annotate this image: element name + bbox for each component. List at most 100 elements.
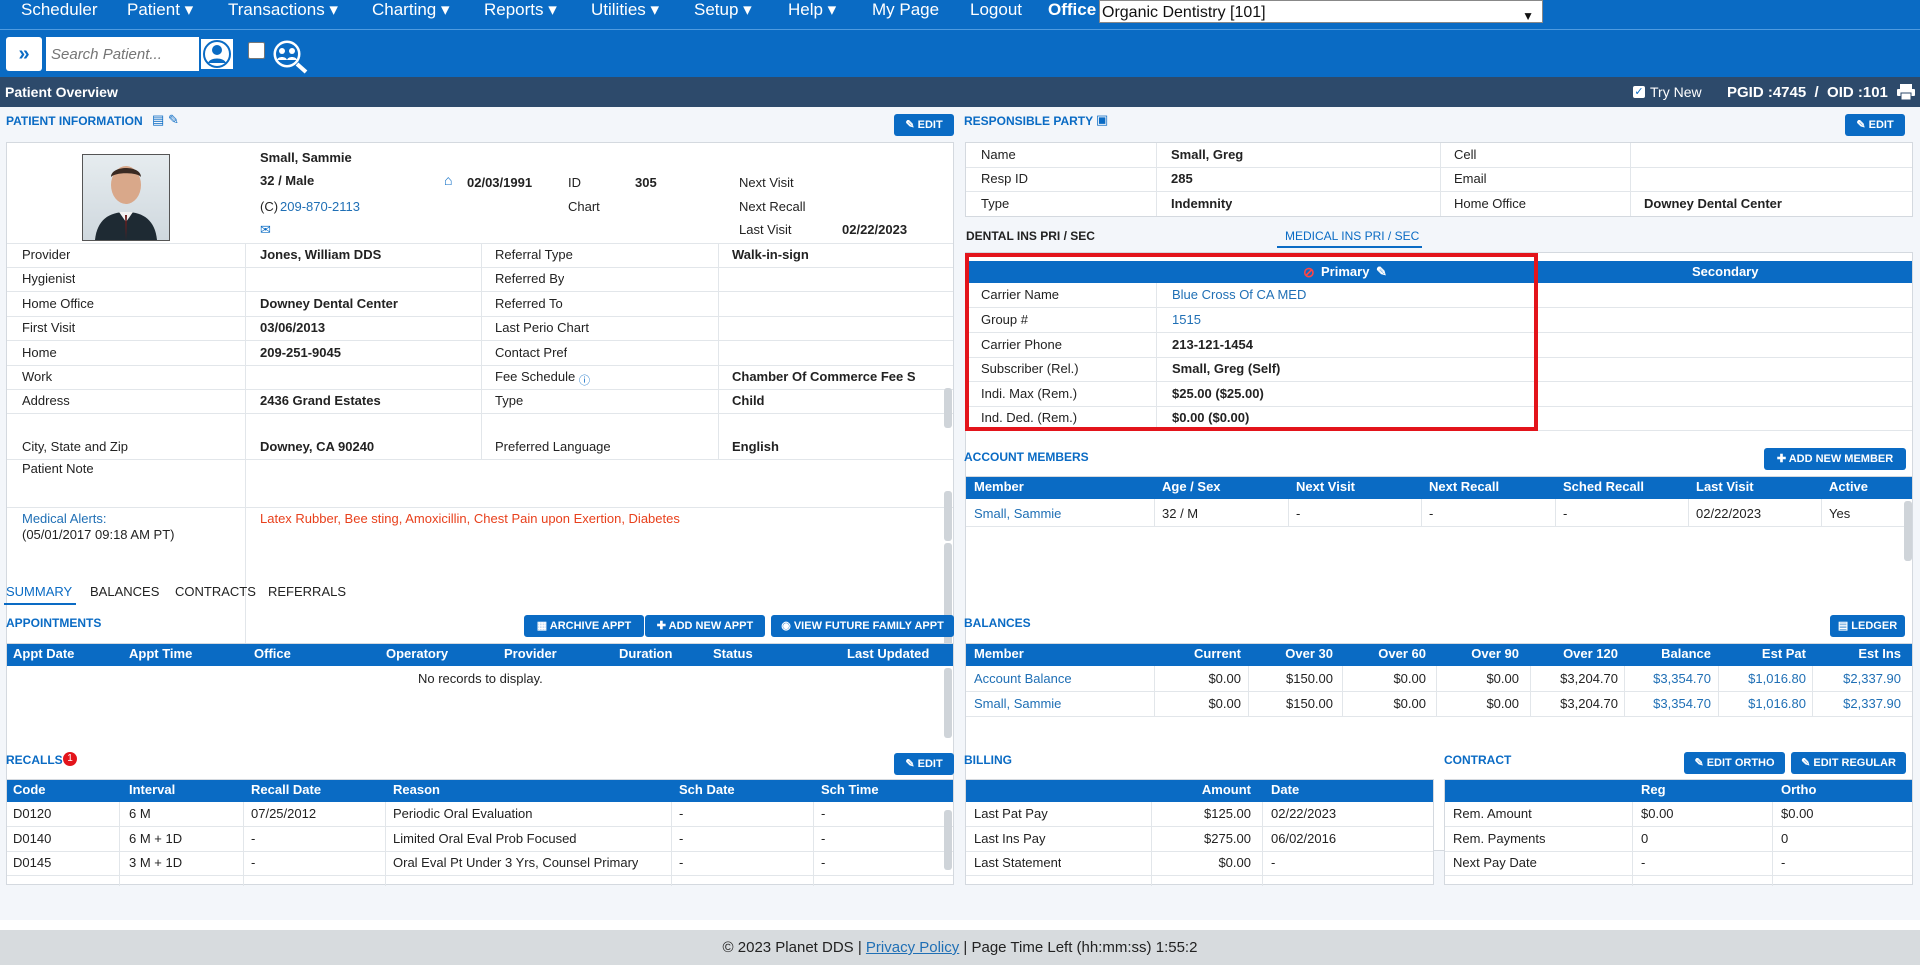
billing-label-1: Last Ins Pay [974, 831, 1046, 846]
balance-cell-0-3: $0.00 [1486, 671, 1519, 686]
label-7: City, State and Zip [22, 439, 128, 454]
billing-title: BILLING [964, 753, 1012, 767]
balance-cell-1-6[interactable]: $1,016.80 [1719, 692, 1806, 716]
patient-edit-button[interactable]: ✎ EDIT [894, 114, 954, 136]
toolbar: » [0, 29, 1920, 77]
billing-header-date: Date [1271, 782, 1300, 797]
edit-regular-button[interactable]: ✎ EDIT REGULAR [1791, 752, 1906, 774]
nav-transactions[interactable]: Transactions ▾ [228, 0, 338, 20]
contract-reg-2: - [1641, 855, 1646, 870]
patient-search-button[interactable] [199, 37, 235, 71]
value2-7: English [732, 439, 779, 454]
scrollbar[interactable] [944, 388, 952, 428]
recall-cell-2-1: 3 M + 1D [129, 855, 183, 870]
scrollbar[interactable] [1904, 501, 1912, 561]
balance-header-1: Current [1194, 646, 1241, 661]
balance-cell-0-7[interactable]: $2,337.90 [1812, 667, 1901, 691]
tab-referrals[interactable]: REFERRALS [268, 584, 346, 599]
recall-cell-1-3: Limited Oral Eval Prob Focused [393, 831, 577, 846]
scrollbar[interactable] [944, 491, 952, 541]
value-4: 209-251-9045 [260, 345, 341, 360]
nav-logout[interactable]: Logout [970, 0, 1022, 20]
add-new-member-button[interactable]: ✚ ADD NEW MEMBER [1764, 448, 1906, 470]
archive-appt-button[interactable]: ▦ ARCHIVE APPT [524, 615, 644, 637]
balance-cell-1-5[interactable]: $3,354.70 [1625, 692, 1711, 716]
recall-header-5: Sch Time [821, 782, 879, 797]
info-icon[interactable]: ⓘ [579, 372, 590, 388]
balance-member-1[interactable]: Small, Sammie [974, 692, 1061, 716]
add-new-appt-button[interactable]: ✚ ADD NEW APPT [645, 615, 765, 637]
recalls-edit-button[interactable]: ✎ EDIT [894, 753, 954, 775]
top-nav: Scheduler Patient ▾ Transactions ▾ Chart… [0, 0, 1920, 29]
patient-info-title: PATIENT INFORMATION [6, 114, 143, 128]
nav-help[interactable]: Help ▾ [788, 0, 836, 20]
balance-cell-0-5[interactable]: $3,354.70 [1625, 667, 1711, 691]
tab-medical-ins[interactable]: MEDICAL INS PRI / SEC [1285, 229, 1419, 243]
edit-ortho-button[interactable]: ✎ EDIT ORTHO [1684, 752, 1785, 774]
search-patient-input[interactable] [46, 37, 200, 71]
balance-cell-1-7[interactable]: $2,337.90 [1812, 692, 1901, 716]
recalls-title: RECALLS [6, 753, 63, 767]
copyright: © 2023 Planet DDS | [722, 939, 866, 956]
member-header-2: Next Visit [1296, 479, 1356, 494]
recall-cell-0-1: 6 M [129, 806, 151, 821]
nav-utilities[interactable]: Utilities ▾ [591, 0, 659, 20]
balance-cell-0-6[interactable]: $1,016.80 [1719, 667, 1806, 691]
nav-my-page[interactable]: My Page [872, 0, 939, 20]
resp-edit-button[interactable]: ✎ EDIT [1845, 114, 1905, 136]
balance-member-0[interactable]: Account Balance [974, 667, 1072, 691]
label-6: Address [22, 393, 70, 408]
patient-dob: 02/03/1991 [467, 175, 533, 190]
try-new-checkbox[interactable]: ✓ [1633, 86, 1645, 98]
billing-date-2: - [1271, 855, 1276, 870]
recall-cell-0-3: Periodic Oral Evaluation [393, 806, 533, 821]
tab-dental-ins[interactable]: DENTAL INS PRI / SEC [966, 229, 1095, 243]
nav-charting[interactable]: Charting ▾ [372, 0, 450, 20]
balance-header-7: Est Pat [1761, 646, 1806, 661]
recall-header-4: Sch Date [679, 782, 735, 797]
resp-label2-1: Email [1454, 171, 1487, 186]
appt-header-7: Last Updated [847, 646, 930, 661]
print-icon[interactable] [1896, 83, 1916, 101]
nav-reports[interactable]: Reports ▾ [484, 0, 557, 20]
contract-header-ortho: Ortho [1781, 782, 1817, 797]
contract-label-0: Rem. Amount [1453, 806, 1532, 821]
family-search-icon[interactable] [270, 38, 310, 74]
appt-header-5: Duration [619, 646, 673, 661]
value-2: Downey Dental Center [260, 296, 398, 311]
email-icon[interactable]: ✉ [260, 222, 271, 238]
expand-menu-icon[interactable]: » [6, 37, 42, 71]
recall-cell-0-0: D0120 [13, 806, 52, 821]
medical-alerts-list: Latex Rubber, Bee sting, Amoxicillin, Ch… [260, 511, 680, 526]
document-icon[interactable]: ▤ [152, 112, 164, 128]
nav-setup[interactable]: Setup ▾ [694, 0, 752, 20]
view-future-family-appt-button[interactable]: ◉ VIEW FUTURE FAMILY APPT [771, 615, 954, 637]
office-select[interactable]: Organic Dentistry [101] ▼ [1099, 0, 1543, 23]
billing-date-1: 06/02/2016 [1271, 831, 1337, 846]
resp-label2-2: Home Office [1454, 196, 1527, 211]
scrollbar[interactable] [944, 668, 952, 738]
privacy-policy-link[interactable]: Privacy Policy [866, 939, 959, 956]
contract-box: Reg Ortho Rem. Amount $0.00 $0.00 Rem. Paymen… [1444, 779, 1913, 886]
member-cell-0[interactable]: Small, Sammie [974, 502, 1061, 526]
patient-note-icon[interactable]: ✎ [168, 112, 179, 128]
recall-cell-2-4: - [679, 855, 684, 870]
patient-cell-phone[interactable]: 209-870-2113 [280, 195, 360, 219]
tab-balances[interactable]: BALANCES [90, 584, 159, 599]
recall-cell-1-4: - [679, 831, 684, 846]
tab-summary[interactable]: SUMMARY [6, 584, 72, 599]
contract-reg-0: $0.00 [1641, 806, 1674, 821]
nav-scheduler[interactable]: Scheduler [21, 0, 98, 20]
dollar-document-icon[interactable]: ▣ [1096, 112, 1108, 128]
balance-cell-1-3: $0.00 [1486, 696, 1519, 711]
ledger-button[interactable]: ▤ LEDGER [1830, 615, 1905, 637]
tab-contracts[interactable]: CONTRACTS [175, 584, 256, 599]
nav-patient[interactable]: Patient ▾ [127, 0, 193, 20]
family-search-checkbox[interactable] [248, 42, 265, 59]
member-header-3: Next Recall [1429, 479, 1500, 494]
recalls-box: Code Interval Recall Date Reason Sch Date Sch… [6, 779, 954, 886]
member-cell-1: 32 / M [1162, 506, 1199, 521]
label2-0: Referral Type [495, 247, 573, 262]
scrollbar[interactable] [944, 810, 952, 870]
office-select-value: Organic Dentistry [101] [1102, 4, 1266, 21]
